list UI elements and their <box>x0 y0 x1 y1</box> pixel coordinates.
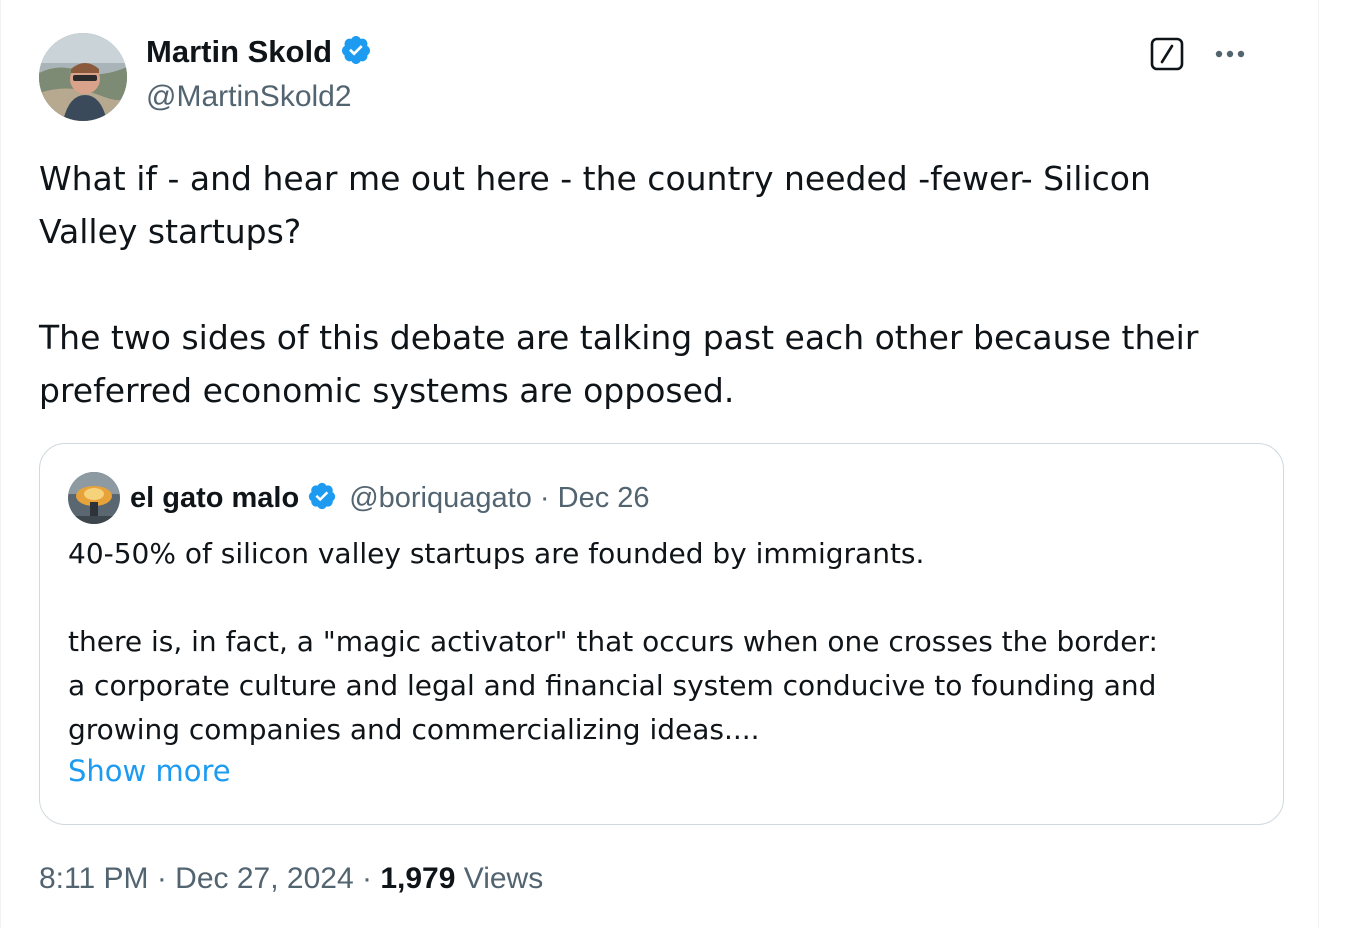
top-actions <box>1150 36 1248 72</box>
author-avatar[interactable] <box>39 33 127 121</box>
grok-icon[interactable] <box>1150 37 1184 71</box>
tweet-footer: 8:11 PM · Dec 27, 2024 · 1,979 Views <box>39 862 543 896</box>
quoted-author-name[interactable]: el gato malo <box>130 482 299 515</box>
quoted-separator: · <box>539 481 550 514</box>
tweet-date[interactable]: Dec 27, 2024 <box>175 862 353 895</box>
author-handle[interactable]: @MartinSkold2 <box>146 80 352 114</box>
tweet-time[interactable]: 8:11 PM <box>39 862 149 895</box>
author-name[interactable]: Martin Skold <box>146 34 332 70</box>
views-count: 1,979 <box>380 862 456 895</box>
footer-separator: · <box>148 862 176 895</box>
more-icon[interactable] <box>1212 36 1248 72</box>
verified-badge-icon <box>307 481 337 515</box>
quoted-handle[interactable]: @boriquagato <box>349 482 532 515</box>
quoted-text: 40-50% of silicon valley startups are fo… <box>68 537 1158 746</box>
verified-badge-icon <box>340 34 372 70</box>
quoted-avatar[interactable] <box>68 472 120 524</box>
author-name-row: Martin Skold <box>146 34 372 70</box>
quoted-date[interactable]: Dec 26 <box>558 482 650 515</box>
quoted-tweet[interactable]: el gato malo @boriquagato · Dec 26 40-50… <box>39 443 1284 825</box>
quoted-header: el gato malo @boriquagato · Dec 26 <box>68 472 650 524</box>
views-label: Views <box>455 862 544 895</box>
footer-separator: · <box>353 862 381 895</box>
tweet-frame: Martin Skold @MartinSkold2 What if - and… <box>0 0 1319 928</box>
tweet-text: What if - and hear me out here - the cou… <box>39 159 1199 410</box>
show-more-link[interactable]: Show more <box>68 754 231 788</box>
